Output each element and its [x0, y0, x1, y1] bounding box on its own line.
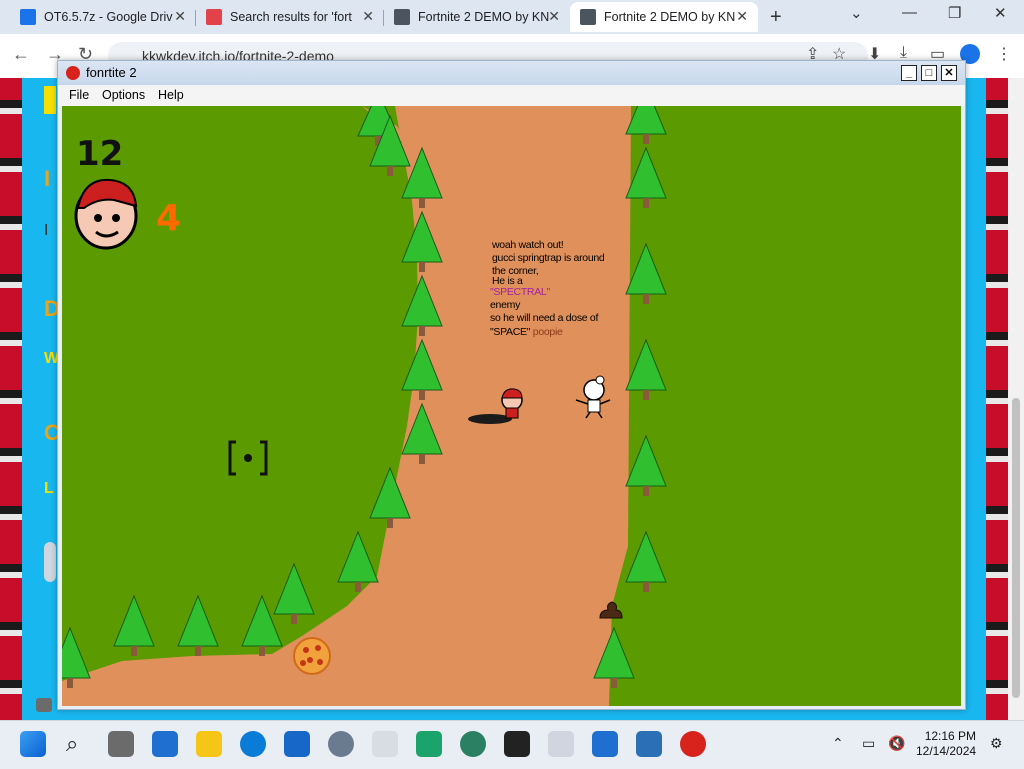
notepad-icon[interactable] [372, 731, 398, 757]
page-partial-heading: I [44, 166, 51, 191]
dialog-line-enemy: enemy [490, 299, 521, 311]
tab-title: OT6.5.7z - Google Driv [44, 10, 173, 24]
scrollbar-thumb[interactable] [1012, 398, 1020, 698]
game-app-icon[interactable] [680, 731, 706, 757]
system-clock[interactable]: 12:16 PM 12/14/2024 [916, 729, 976, 759]
app-icon [66, 66, 80, 80]
close-icon[interactable]: ✕ [548, 8, 560, 25]
itch-icon [206, 9, 222, 25]
dialog-space: "SPACE" [490, 326, 531, 338]
page-bottom-icon [36, 698, 52, 712]
score-counter: 12 [76, 134, 124, 174]
browser-tab-bar: OT6.5.7z - Google Driv ✕ Search results … [0, 0, 1024, 34]
tree [241, 594, 283, 656]
player-face-hud [74, 178, 138, 250]
7zip-icon[interactable] [504, 731, 530, 757]
clock-date: 12/14/2024 [916, 744, 977, 758]
task-view-icon[interactable] [108, 731, 134, 757]
page-partial-control[interactable] [44, 542, 56, 582]
crosshair [228, 440, 268, 476]
menu-options[interactable]: Options [102, 88, 145, 102]
page-partial-text: I [44, 222, 49, 239]
file-explorer-icon[interactable] [196, 731, 222, 757]
tab-search-results[interactable]: Search results for 'fort ✕ [196, 2, 384, 32]
page-partial-text: L [44, 480, 54, 497]
close-icon[interactable]: ✕ [362, 8, 374, 25]
page-right-border-pattern [986, 78, 1008, 720]
pizza-item [293, 637, 331, 675]
minimize-browser-icon[interactable]: — [902, 4, 917, 21]
windows-start-icon[interactable] [20, 731, 46, 757]
chrome-icon[interactable] [460, 731, 486, 757]
show-hidden-icons-chevron-icon[interactable]: ⌃ [832, 735, 844, 752]
edge-browser-icon[interactable] [240, 731, 266, 757]
dialog-spectral: "SPECTRAL" [490, 286, 550, 298]
game-icon [580, 9, 596, 25]
windows-taskbar: ⌕ ⌃ ▭ 🔇 12:16 PM 12/14/2024 ⚙ [0, 720, 1024, 769]
menu-help[interactable]: Help [158, 88, 184, 102]
game-icon [394, 9, 410, 25]
tab-title: Fortnite 2 DEMO by KN [604, 10, 736, 24]
game-maximize-button[interactable]: □ [921, 65, 937, 81]
image-viewer-icon[interactable] [636, 731, 662, 757]
tree [273, 562, 315, 624]
google-drive-icon [20, 9, 36, 25]
tab-search-chevron-icon[interactable]: ⌄ [850, 4, 863, 22]
tree [625, 106, 667, 144]
lives-counter: 4 [156, 198, 182, 239]
tab-title: Fortnite 2 DEMO by KN [418, 10, 550, 24]
network-icon[interactable]: ▭ [862, 735, 875, 752]
notification-icon[interactable]: ⚙ [990, 735, 1003, 752]
menu-file[interactable]: File [69, 88, 89, 102]
search-icon[interactable]: ⌕ [66, 731, 78, 757]
clipboard-icon[interactable] [548, 731, 574, 757]
page-scrollbar[interactable] [1008, 78, 1024, 720]
dirt-path [62, 106, 631, 706]
tree [625, 146, 667, 208]
tree [625, 242, 667, 304]
tree [625, 530, 667, 592]
game-window-titlebar[interactable]: fonrtite 2 _ □ ✕ [58, 61, 965, 85]
back-icon[interactable]: ← [12, 44, 30, 65]
close-browser-icon[interactable]: ✕ [994, 4, 1007, 22]
tab-fortnite-demo-active[interactable]: Fortnite 2 DEMO by KN ✕ [570, 2, 758, 32]
game-minimize-button[interactable]: _ [901, 65, 917, 81]
app-icon-vs[interactable] [416, 731, 442, 757]
tree [625, 434, 667, 496]
volume-muted-icon[interactable]: 🔇 [888, 735, 905, 752]
clock-time: 12:16 PM [924, 729, 977, 743]
settings-gear-icon[interactable] [328, 731, 354, 757]
tree [113, 594, 155, 656]
tab-google-drive[interactable]: OT6.5.7z - Google Driv ✕ [10, 2, 196, 32]
page-left-border-pattern [0, 78, 22, 720]
dialog-line-space: "SPACE" poopie [490, 326, 563, 338]
game-scene [62, 106, 667, 706]
page-yellow-block [44, 86, 56, 114]
dialog-line-dose: so he will need a dose of [490, 312, 599, 324]
restore-browser-icon[interactable]: ❐ [948, 4, 961, 22]
close-icon[interactable]: ✕ [174, 8, 186, 25]
dialog-poopie: poopie [532, 326, 563, 338]
tab-fortnite-demo-1[interactable]: Fortnite 2 DEMO by KN ✕ [384, 2, 570, 32]
game-window: fonrtite 2 _ □ ✕ File Options Help 12 4 … [57, 60, 966, 710]
tab-title: Search results for 'fort [230, 10, 352, 24]
widgets-icon[interactable] [152, 731, 178, 757]
dialog-line-2: gucci springtrap is around [492, 252, 605, 264]
close-icon[interactable]: ✕ [736, 8, 748, 25]
menu-kebab-icon[interactable]: ⋮ [996, 44, 1012, 64]
dialog-line-1: woah watch out! [492, 239, 564, 251]
game-canvas[interactable]: 12 4 woah watch out! gucci springtrap is… [62, 106, 961, 706]
window-app-icon[interactable] [592, 731, 618, 757]
game-menu-bar: File Options Help [58, 85, 965, 106]
game-window-title: fonrtite 2 [86, 65, 137, 80]
game-close-button[interactable]: ✕ [941, 65, 957, 81]
tree [625, 338, 667, 400]
player-shadow [468, 414, 512, 424]
new-tab-button[interactable]: + [770, 6, 782, 29]
tree [177, 594, 219, 656]
store-icon[interactable] [284, 731, 310, 757]
